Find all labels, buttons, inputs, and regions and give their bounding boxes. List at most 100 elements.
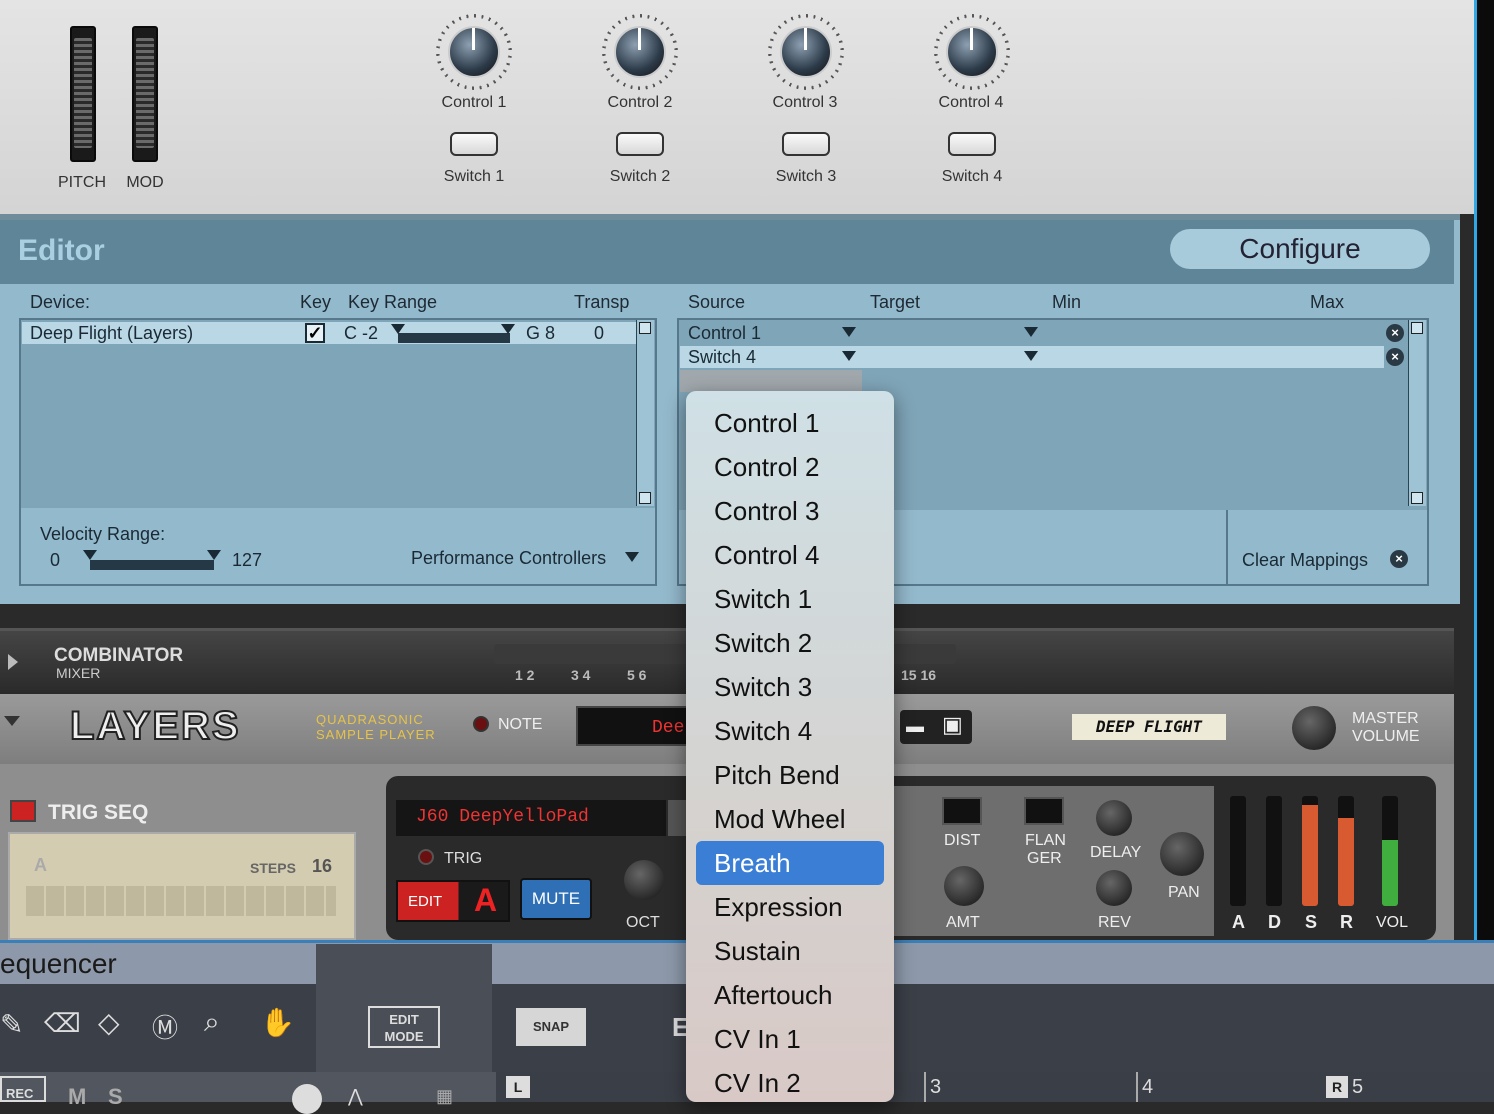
expand-icon[interactable] xyxy=(8,654,18,670)
decay-fader[interactable] xyxy=(1266,796,1282,906)
key-range-low-handle[interactable] xyxy=(391,324,405,334)
sustain-fader[interactable] xyxy=(1302,796,1318,906)
divider xyxy=(1226,510,1228,584)
control-4-knob[interactable] xyxy=(934,14,1010,90)
grid-icon[interactable]: ▦ xyxy=(436,1086,453,1107)
switch-4-label: Switch 4 xyxy=(941,168,1003,185)
magnify-icon[interactable]: ⌕ xyxy=(204,1006,220,1039)
mapping-1-source[interactable]: Control 1 xyxy=(688,323,761,344)
snap-button[interactable]: SNAP xyxy=(516,1008,586,1046)
clear-mappings-button[interactable]: Clear Mappings xyxy=(1242,550,1368,571)
control-3-knob[interactable] xyxy=(768,14,844,90)
right-locator[interactable]: R xyxy=(1326,1076,1348,1098)
new-mapping-slot[interactable] xyxy=(680,370,862,392)
attack-fader[interactable] xyxy=(1230,796,1246,906)
edit-label: EDIT xyxy=(408,893,443,910)
layer-patch-name[interactable]: J60 DeepYelloPad xyxy=(396,800,666,836)
configure-button[interactable]: Configure xyxy=(1170,229,1430,269)
velocity-section xyxy=(21,508,655,584)
automation-icon[interactable]: ⋀ xyxy=(348,1086,363,1107)
velocity-low-handle[interactable] xyxy=(83,550,97,560)
mapping-scrollbar[interactable] xyxy=(1408,320,1426,506)
control-1-knob[interactable] xyxy=(436,14,512,90)
switch-4-button[interactable] xyxy=(948,132,996,156)
menu-item-control-4[interactable]: Control 4 xyxy=(696,533,884,577)
add-track-icon[interactable] xyxy=(292,1084,322,1114)
dist-button[interactable] xyxy=(942,797,982,825)
mapping-1-target-arrow[interactable] xyxy=(1024,327,1038,337)
save-icon[interactable]: ▣ xyxy=(942,712,963,738)
menu-item-mod-wheel[interactable]: Mod Wheel xyxy=(696,797,884,841)
velocity-slider[interactable] xyxy=(90,560,214,570)
menu-item-control-1[interactable]: Control 1 xyxy=(696,401,884,445)
eraser-icon[interactable]: ⌫ xyxy=(44,1008,81,1039)
flanger-label-1: FLAN xyxy=(1025,832,1066,849)
razor-icon[interactable]: ◇ xyxy=(98,1006,120,1039)
collapse-icon[interactable] xyxy=(4,716,20,726)
velocity-high-handle[interactable] xyxy=(207,550,221,560)
hand-icon[interactable]: ✋ xyxy=(260,1006,295,1039)
mapping-2-target-arrow[interactable] xyxy=(1024,351,1038,361)
menu-item-aftertouch[interactable]: Aftertouch xyxy=(696,973,884,1017)
mapping-2-source-arrow[interactable] xyxy=(842,351,856,361)
mod-wheel[interactable] xyxy=(132,26,158,162)
switch-3-button[interactable] xyxy=(782,132,830,156)
remove-icon[interactable]: × xyxy=(1386,324,1404,342)
pitch-wheel[interactable] xyxy=(70,26,96,162)
mapping-2-source[interactable]: Switch 4 xyxy=(688,347,756,368)
delay-knob[interactable] xyxy=(1096,800,1132,836)
master-volume-knob[interactable] xyxy=(1292,706,1336,750)
mute-m-button[interactable]: M xyxy=(68,1084,86,1110)
remove-icon[interactable]: × xyxy=(1386,348,1404,366)
patch-scroll[interactable] xyxy=(668,800,686,836)
pencil-icon[interactable]: ✎ xyxy=(0,1008,23,1041)
mute-tool-icon[interactable]: Ⓜ xyxy=(152,1008,178,1045)
rec-button[interactable]: REC xyxy=(0,1076,46,1102)
control-2-knob[interactable] xyxy=(602,14,678,90)
menu-item-pitch-bend[interactable]: Pitch Bend xyxy=(696,753,884,797)
pan-knob[interactable] xyxy=(1160,832,1204,876)
key-range-slider[interactable] xyxy=(398,333,510,343)
layers-tag-1: QUADRASONIC xyxy=(316,712,424,727)
menu-item-switch-3[interactable]: Switch 3 xyxy=(696,665,884,709)
key-checkbox[interactable]: ✓ xyxy=(305,323,325,343)
trig-seq-toggle[interactable] xyxy=(10,800,36,822)
amt-knob[interactable] xyxy=(944,866,984,906)
menu-item-cv-in-1[interactable]: CV In 1 xyxy=(696,1017,884,1061)
switch-1-button[interactable] xyxy=(450,132,498,156)
folder-icon[interactable]: ▬ xyxy=(906,716,924,737)
volume-fader[interactable] xyxy=(1382,796,1398,906)
trig-seq-label: TRIG SEQ xyxy=(48,801,149,824)
menu-item-switch-1[interactable]: Switch 1 xyxy=(696,577,884,621)
left-locator[interactable]: L xyxy=(506,1076,530,1098)
transpose-value[interactable]: 0 xyxy=(594,323,604,344)
menu-item-cv-in-2[interactable]: CV In 2 xyxy=(696,1061,884,1102)
menu-item-switch-4[interactable]: Switch 4 xyxy=(696,709,884,753)
mapping-1-source-arrow[interactable] xyxy=(842,327,856,337)
key-header: Key xyxy=(300,292,332,312)
rev-knob[interactable] xyxy=(1096,870,1132,906)
edit-mode-button[interactable]: EDIT MODE xyxy=(368,1006,440,1048)
menu-item-breath[interactable]: Breath xyxy=(696,841,884,885)
menu-item-switch-2[interactable]: Switch 2 xyxy=(696,621,884,665)
mod-label: MOD xyxy=(126,174,164,191)
oct-knob[interactable] xyxy=(624,860,664,900)
menu-item-control-2[interactable]: Control 2 xyxy=(696,445,884,489)
clear-icon[interactable]: × xyxy=(1390,550,1408,568)
range-low: C -2 xyxy=(344,323,379,343)
flanger-button[interactable] xyxy=(1024,797,1064,825)
step-grid[interactable] xyxy=(26,886,336,916)
trig-label: TRIG xyxy=(444,850,483,867)
perf-controllers-dropdown[interactable]: Performance Controllers xyxy=(411,548,606,569)
mute-button[interactable]: MUTE xyxy=(520,878,592,920)
solo-s-button[interactable]: S xyxy=(108,1084,123,1110)
menu-item-expression[interactable]: Expression xyxy=(696,885,884,929)
release-fader[interactable] xyxy=(1338,796,1354,906)
patch-display[interactable]: Dee xyxy=(576,706,688,746)
patch-label: DEEP FLIGHT xyxy=(1072,714,1226,740)
menu-item-sustain[interactable]: Sustain xyxy=(696,929,884,973)
device-scrollbar[interactable] xyxy=(636,320,654,506)
key-range-high-handle[interactable] xyxy=(501,324,515,334)
menu-item-control-3[interactable]: Control 3 xyxy=(696,489,884,533)
switch-2-button[interactable] xyxy=(616,132,664,156)
